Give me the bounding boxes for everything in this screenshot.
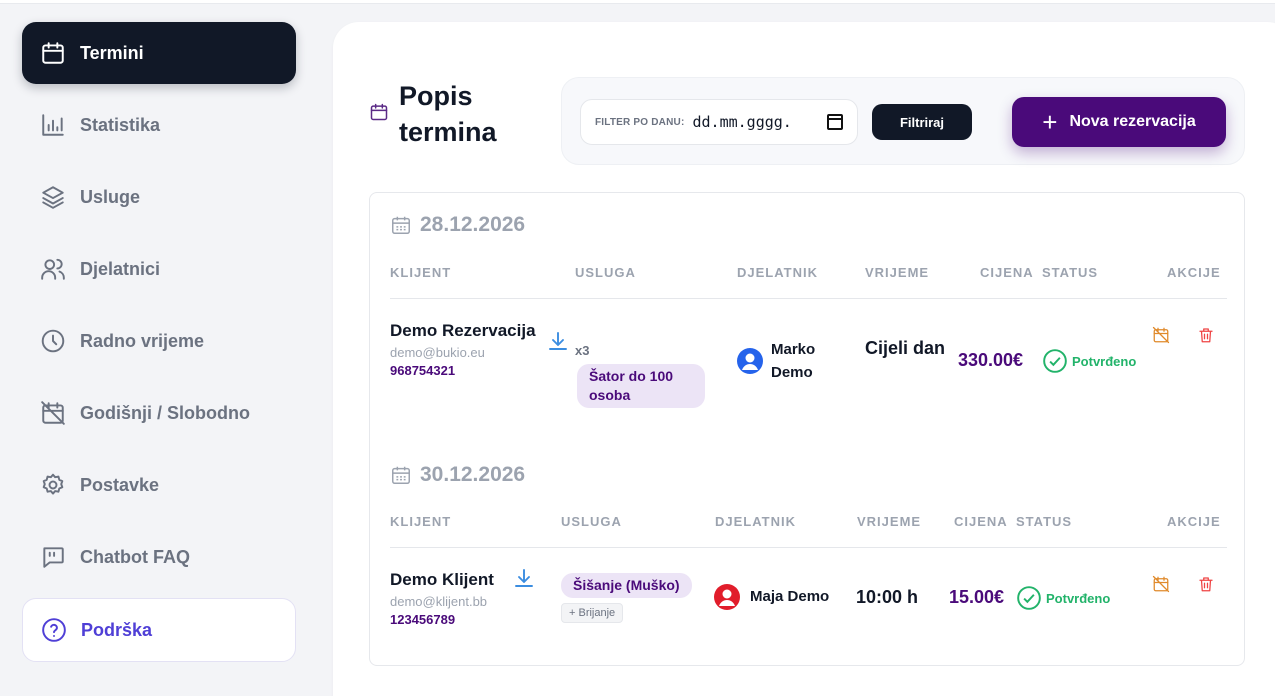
filter-toolbar: FILTER PO DANU: dd.mm.gggg. Filtriraj + … xyxy=(561,77,1245,165)
clock-icon xyxy=(40,328,66,354)
gear-icon xyxy=(40,472,66,498)
col-header-akcije: AKCIJE xyxy=(1167,514,1221,529)
col-header-usluga: USLUGA xyxy=(575,265,636,280)
layers-icon xyxy=(40,184,66,210)
sidebar-item-chatbot-faq[interactable]: Chatbot FAQ xyxy=(22,526,296,588)
download-icon[interactable] xyxy=(512,567,536,596)
booking-price: 330.00€ xyxy=(958,350,1024,370)
client-phone: 968754321 xyxy=(390,363,456,378)
col-header-status: STATUS xyxy=(1016,514,1073,529)
sidebar-item-statistika[interactable]: Statistika xyxy=(22,94,296,156)
date-filter-field[interactable]: FILTER PO DANU: dd.mm.gggg. xyxy=(580,99,858,145)
col-header-djelatnik: DJELATNIK xyxy=(737,265,818,280)
col-header-status: STATUS xyxy=(1042,265,1099,280)
client-cell: Demo Klijent demo@klijent.bb 123456789 xyxy=(390,566,520,629)
client-phone: 123456789 xyxy=(390,612,456,627)
sidebar-item-label: Radno vrijeme xyxy=(80,330,205,351)
header-divider xyxy=(390,547,1227,548)
col-header-akcije: AKCIJE xyxy=(1167,265,1221,280)
booking-price: 15.00€ xyxy=(949,587,1005,607)
sidebar-item-podrska[interactable]: Podrška xyxy=(22,598,296,662)
service-cell: x3 Šator do 100 osoba xyxy=(575,337,705,409)
col-header-usluga: USLUGA xyxy=(561,514,622,529)
employee-avatar xyxy=(713,583,741,616)
sidebar-item-usluge[interactable]: Usluge xyxy=(22,166,296,228)
date-filter-input[interactable]: dd.mm.gggg. xyxy=(692,113,791,131)
service-cell: Šišanje (Muško) + Brijanje xyxy=(561,573,711,623)
filter-button[interactable]: Filtriraj xyxy=(872,104,972,140)
client-name: Demo Klijent xyxy=(390,570,494,589)
download-icon[interactable] xyxy=(546,330,570,359)
page-title: Popis termina xyxy=(399,81,497,147)
sidebar-item-label: Godišnji / Slobodno xyxy=(80,402,250,423)
check-circle-icon xyxy=(1043,349,1067,373)
addon-badge: + Brijanje xyxy=(561,603,624,623)
sidebar-item-postavke[interactable]: Postavke xyxy=(22,454,296,516)
client-name: Demo Rezervacija xyxy=(390,321,536,340)
trash-icon[interactable] xyxy=(1197,575,1215,598)
status-label: Potvrđeno xyxy=(1046,590,1111,606)
service-pill: Šišanje (Muško) xyxy=(561,573,692,598)
sidebar-item-label: Djelatnici xyxy=(80,258,161,279)
sidebar-item-termini[interactable]: Termini xyxy=(22,22,296,84)
service-pill: Šator do 100 osoba xyxy=(577,364,705,408)
booking-time: 10:00 h xyxy=(856,587,919,607)
booking-time: Cijeli dan xyxy=(865,338,946,358)
calendar-off-icon xyxy=(40,400,66,426)
sidebar-item-label: Postavke xyxy=(80,474,160,495)
bookings-list: 28.12.2026 KLIJENT USLUGA DJELATNIK VRIJ… xyxy=(369,192,1245,666)
calendar-grid-icon xyxy=(392,466,410,484)
trash-icon[interactable] xyxy=(1197,326,1215,349)
employee-avatar xyxy=(736,347,764,380)
sidebar-item-label: Statistika xyxy=(80,114,161,135)
day-date: 28.12.2026 xyxy=(420,213,526,236)
reschedule-icon[interactable] xyxy=(1152,326,1170,349)
sidebar-item-label: Podrška xyxy=(81,619,153,640)
sidebar-item-label: Usluge xyxy=(80,186,141,207)
page-header: Popis termina xyxy=(369,78,519,150)
col-header-vrijeme: VRIJEME xyxy=(865,265,930,280)
col-header-djelatnik: DJELATNIK xyxy=(715,514,796,529)
sidebar-item-label: Chatbot FAQ xyxy=(80,546,190,567)
new-reservation-button[interactable]: + Nova rezervacija xyxy=(1012,97,1226,147)
new-reservation-label: Nova rezervacija xyxy=(1069,113,1196,130)
client-cell: Demo Rezervacija demo@bukio.eu 968754321 xyxy=(390,317,540,380)
status-label: Potvrđeno xyxy=(1072,353,1137,369)
bar-chart-icon xyxy=(40,112,66,138)
client-email: demo@klijent.bb xyxy=(390,594,488,609)
col-header-cijena: CIJENA xyxy=(980,265,1034,280)
calendar-icon xyxy=(369,102,389,127)
calendar-icon xyxy=(40,40,66,66)
employee-name: Marko Demo xyxy=(771,341,816,381)
reschedule-icon[interactable] xyxy=(1152,575,1170,598)
day-header: 28.12.2026 xyxy=(390,213,525,237)
day-date: 30.12.2026 xyxy=(420,463,526,486)
sidebar-item-label: Termini xyxy=(80,42,144,63)
filter-label: FILTER PO DANU: xyxy=(595,116,685,128)
chat-quote-icon xyxy=(40,544,66,570)
calendar-grid-icon xyxy=(392,216,410,234)
col-header-vrijeme: VRIJEME xyxy=(857,514,922,529)
main-panel: Popis termina FILTER PO DANU: dd.mm.gggg… xyxy=(333,22,1275,696)
help-circle-icon xyxy=(41,617,67,643)
calendar-picker-icon[interactable] xyxy=(827,114,843,130)
status-badge: Potvrđeno xyxy=(1042,348,1136,374)
users-icon xyxy=(40,256,66,282)
client-email: demo@bukio.eu xyxy=(390,345,485,360)
sidebar-item-godisnji[interactable]: Godišnji / Slobodno xyxy=(22,382,296,444)
plus-icon: + xyxy=(1042,107,1058,137)
col-header-klijent: KLIJENT xyxy=(390,514,452,529)
col-header-cijena: CIJENA xyxy=(954,514,1008,529)
header-divider xyxy=(390,298,1227,299)
check-circle-icon xyxy=(1017,586,1041,610)
col-header-klijent: KLIJENT xyxy=(390,265,452,280)
employee-name: Maja Demo xyxy=(750,588,830,605)
sidebar-item-djelatnici[interactable]: Djelatnici xyxy=(22,238,296,300)
top-bar xyxy=(0,0,1275,4)
sidebar: Termini Statistika Usluge Djelatnici Rad… xyxy=(22,22,296,672)
service-quantity: x3 xyxy=(575,343,590,358)
sidebar-item-radno-vrijeme[interactable]: Radno vrijeme xyxy=(22,310,296,372)
status-badge: Potvrđeno xyxy=(1016,585,1110,611)
day-header: 30.12.2026 xyxy=(390,463,525,487)
